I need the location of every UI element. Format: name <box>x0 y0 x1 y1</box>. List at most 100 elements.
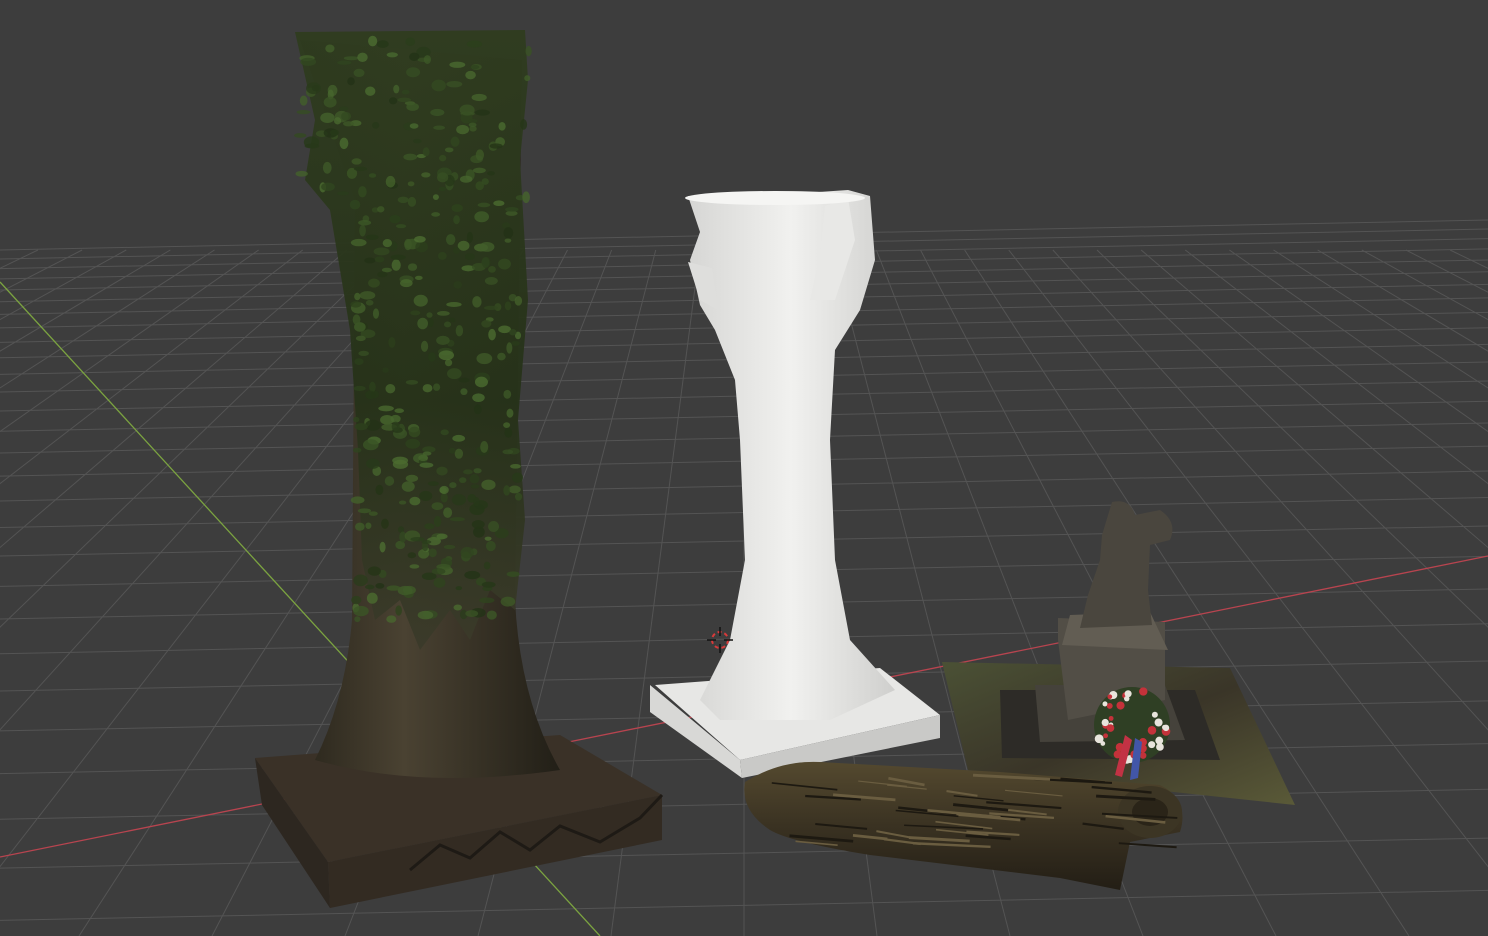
ivy-leaf <box>475 149 485 161</box>
ivy-leaf <box>389 214 401 224</box>
wreath-flower <box>1106 702 1113 709</box>
ivy-leaf <box>438 186 447 191</box>
ivy-leaf <box>353 68 365 78</box>
ivy-leaf <box>323 96 337 108</box>
ivy-leaf <box>351 158 362 165</box>
ivy-leaf <box>403 153 418 161</box>
ivy-leaf <box>405 37 416 47</box>
ivy-leaf <box>407 196 417 207</box>
ivy-leaf <box>488 328 496 341</box>
ivy-leaf <box>358 186 367 198</box>
ivy-leaf <box>359 224 366 237</box>
ivy-leaf <box>295 170 308 177</box>
ivy-leaf <box>415 241 428 253</box>
ivy-leaf <box>386 615 397 623</box>
ivy-leaf <box>385 384 396 394</box>
ivy-leaf <box>386 585 401 591</box>
ivy-leaf <box>511 340 520 346</box>
ivy-leaf <box>378 405 394 412</box>
ivy-leaf <box>470 65 480 70</box>
ivy-leaf <box>407 552 417 559</box>
ivy-leaf <box>500 596 516 607</box>
ivy-leaf <box>401 481 415 492</box>
ivy-leaf <box>355 335 366 342</box>
ivy-leaf <box>353 416 360 423</box>
ivy-leaf <box>376 40 389 48</box>
ivy-leaf <box>436 533 448 540</box>
ivy-leaf <box>455 325 464 337</box>
grid-line <box>1405 249 1488 293</box>
wreath-flower <box>1151 711 1158 718</box>
ivy-leaf <box>466 40 483 48</box>
wreath-flower <box>1155 736 1164 745</box>
wreath-flower <box>1100 741 1106 746</box>
ivy-leaf <box>366 592 378 604</box>
ivy-leaf <box>474 109 490 116</box>
ivy-leaf <box>422 384 433 393</box>
ivy-leaf <box>406 102 419 111</box>
ivy-leaf <box>405 438 421 449</box>
ivy-leaf <box>520 119 528 130</box>
ivy-leaf <box>351 595 362 605</box>
ivy-leaf <box>381 518 389 529</box>
wreath-flower <box>1108 715 1114 721</box>
ivy-leaf <box>421 172 431 178</box>
ivy-leaf <box>431 568 446 575</box>
ivy-leaf <box>367 566 381 576</box>
ivy-leaf <box>337 191 350 196</box>
ivy-leaf <box>405 474 419 482</box>
ivy-leaf <box>504 207 519 212</box>
ivy-leaf <box>417 610 434 620</box>
ivy-leaf <box>409 564 420 569</box>
ivy-leaf <box>469 474 480 484</box>
ivy-leaf <box>510 464 521 469</box>
ivy-leaf <box>394 408 405 414</box>
ivy-leaf <box>440 429 449 436</box>
ivy-leaf <box>350 238 367 247</box>
ivy-leaf <box>343 56 359 61</box>
grid-line <box>0 249 215 389</box>
wreath-flower <box>1103 733 1109 739</box>
wreath-flower <box>1139 687 1148 696</box>
ivy-leaf <box>423 55 432 64</box>
3d-viewport[interactable] <box>0 0 1488 936</box>
ivy-leaf <box>354 292 361 301</box>
ivy-leaf <box>455 586 463 591</box>
white-tree-stump-mesh[interactable] <box>650 190 940 778</box>
ivy-leaf <box>368 173 377 178</box>
ivy-leaf <box>477 202 491 208</box>
ivy-leaf <box>468 118 478 124</box>
ivy-leaf <box>329 129 340 136</box>
ivy-leaf <box>377 206 385 213</box>
grid-line <box>1140 249 1488 549</box>
ivy-leaf <box>481 178 489 185</box>
ivy-leaf <box>470 484 480 489</box>
grid-line <box>0 249 127 321</box>
ivy-leaf <box>377 271 388 278</box>
ivy-leaf <box>489 143 503 149</box>
ivy-leaf <box>436 466 448 476</box>
ivy-leaf <box>427 318 434 328</box>
ivy-leaf <box>388 336 396 348</box>
ivy-leaf <box>509 329 517 336</box>
ivy-leaf <box>479 242 495 252</box>
ivy-leaf <box>506 408 514 418</box>
ivy-leaf <box>440 492 448 503</box>
ivy-leaf <box>431 79 446 92</box>
ivy-leaf <box>472 296 482 308</box>
ivy-leaf <box>433 383 441 391</box>
ivy-leaf <box>428 352 436 362</box>
wreath-flower <box>1154 718 1163 727</box>
ivy-leaf <box>325 44 335 53</box>
ivy-leaf <box>386 52 398 58</box>
grid-line <box>1449 249 1488 269</box>
ivy-leaf <box>446 368 462 380</box>
ivy-leaf <box>471 520 485 529</box>
ivy-leaf <box>474 211 490 223</box>
ivy-leaf <box>343 121 354 127</box>
kneeling-soldier-statue[interactable] <box>942 501 1295 805</box>
wreath-flower <box>1147 726 1157 735</box>
ivy-leaf <box>451 204 463 213</box>
stump-top-rim <box>685 191 865 205</box>
ivy-covered-tree-trunk[interactable] <box>255 30 664 908</box>
